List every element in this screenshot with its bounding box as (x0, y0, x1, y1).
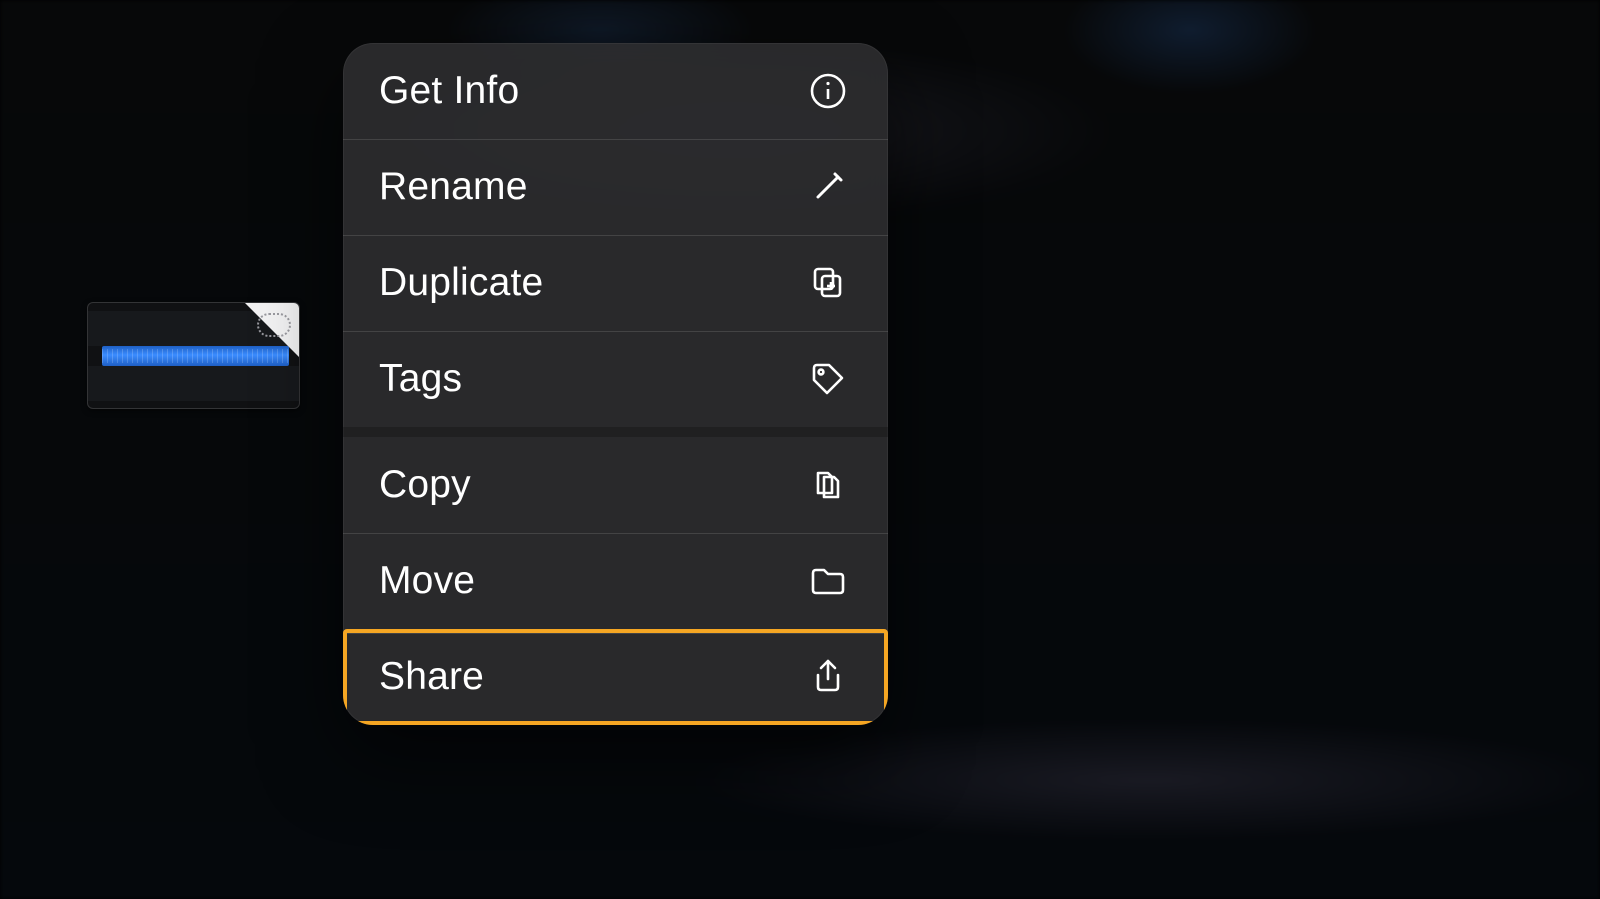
menu-item-label: Move (379, 559, 475, 603)
menu-item-label: Get Info (379, 69, 519, 113)
menu-group: Get Info Rename Duplicate (343, 43, 888, 427)
pencil-icon (806, 165, 850, 209)
thumbnail-track-area (88, 366, 299, 401)
menu-item-label: Rename (379, 165, 528, 209)
cloud-status-icon (257, 313, 291, 337)
info-icon (806, 69, 850, 113)
menu-item-label: Share (379, 655, 484, 699)
menu-item-label: Copy (379, 463, 471, 507)
menu-item-duplicate[interactable]: Duplicate (343, 235, 888, 331)
menu-item-tags[interactable]: Tags (343, 331, 888, 427)
duplicate-icon (806, 261, 850, 305)
menu-item-label: Tags (379, 357, 462, 401)
file-thumbnail[interactable] (87, 302, 300, 409)
copy-icon (806, 463, 850, 507)
menu-item-get-info[interactable]: Get Info (343, 43, 888, 139)
share-icon (806, 655, 850, 699)
menu-item-label: Duplicate (379, 261, 543, 305)
menu-group: Copy Move Share (343, 437, 888, 725)
menu-item-move[interactable]: Move (343, 533, 888, 629)
menu-group-separator (343, 427, 888, 437)
thumbnail-waveform (102, 346, 289, 366)
menu-item-rename[interactable]: Rename (343, 139, 888, 235)
folder-icon (806, 559, 850, 603)
context-menu-popover: Get Info Rename Duplicate (343, 43, 888, 725)
menu-item-copy[interactable]: Copy (343, 437, 888, 533)
tag-icon (806, 357, 850, 401)
menu-item-share[interactable]: Share (343, 629, 888, 725)
